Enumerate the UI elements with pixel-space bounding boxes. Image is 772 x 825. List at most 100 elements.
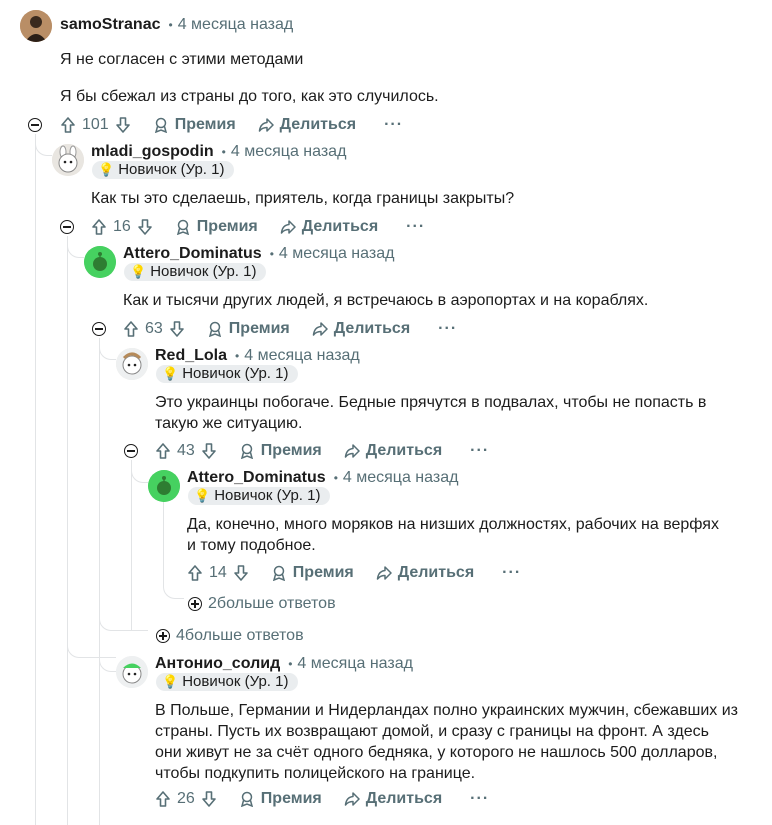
share-icon — [312, 322, 328, 336]
timestamp[interactable]: 4 месяца назад — [297, 655, 413, 673]
upvote-icon[interactable] — [91, 218, 107, 236]
username[interactable]: mladi_gospodin — [91, 143, 214, 161]
lightbulb-icon: 💡 — [98, 162, 115, 177]
more-options-button[interactable]: ··· — [384, 116, 403, 134]
avatar[interactable] — [116, 348, 148, 380]
timestamp[interactable]: 4 месяца назад — [178, 16, 294, 34]
downvote-icon[interactable] — [115, 116, 131, 134]
username[interactable]: Attero_Dominatus — [187, 469, 326, 487]
upvote-icon[interactable] — [187, 564, 203, 582]
award-button[interactable]: Премия — [207, 320, 290, 338]
username[interactable]: samoStranac — [60, 16, 161, 34]
award-icon — [240, 443, 253, 459]
upvote-icon[interactable] — [60, 116, 76, 134]
thread-line[interactable] — [35, 134, 36, 825]
upvote-icon[interactable] — [155, 790, 171, 808]
lightbulb-icon: 💡 — [162, 366, 179, 381]
award-label: Премия — [260, 790, 322, 807]
comment-header: mladi_gospodin • 4 месяца назад — [91, 143, 346, 161]
share-button[interactable]: Делиться — [344, 790, 442, 808]
share-icon — [344, 444, 360, 458]
action-bar: 16 Премия Делиться ··· — [91, 215, 425, 239]
more-replies-label: 2больше ответов — [208, 595, 336, 612]
collapse-toggle[interactable] — [60, 220, 74, 234]
flair-label: Новичок (Ур. 1) — [150, 263, 257, 280]
avatar[interactable] — [84, 246, 116, 278]
action-bar: 43 Премия Делиться ··· — [155, 439, 489, 463]
downvote-icon[interactable] — [169, 320, 185, 338]
award-label: Премия — [228, 320, 290, 337]
share-button[interactable]: Делиться — [312, 320, 410, 338]
share-button[interactable]: Делиться — [376, 564, 474, 582]
collapse-toggle[interactable] — [124, 444, 138, 458]
comment-header: Red_Lola • 4 месяца назад — [155, 347, 360, 365]
user-flair: 💡 Новичок (Ур. 1) — [156, 673, 299, 691]
more-options-button[interactable]: ··· — [470, 442, 489, 460]
share-label: Делиться — [365, 442, 443, 459]
more-replies-button[interactable]: 2больше ответов — [188, 595, 336, 613]
separator: • — [288, 657, 293, 671]
vote-count: 16 — [113, 218, 131, 235]
thread-line[interactable] — [131, 460, 132, 630]
share-button[interactable]: Делиться — [258, 116, 356, 134]
share-button[interactable]: Делиться — [344, 442, 442, 460]
collapse-toggle[interactable] — [28, 118, 42, 132]
upvote-icon[interactable] — [155, 442, 171, 460]
share-label: Делиться — [397, 564, 475, 581]
award-label: Премия — [260, 442, 322, 459]
lightbulb-icon: 💡 — [130, 264, 147, 279]
avatar[interactable] — [20, 10, 52, 42]
collapse-toggle[interactable] — [92, 322, 106, 336]
comment-header: Антонио_солид • 4 месяца назад — [155, 655, 413, 673]
award-button[interactable]: Премия — [271, 564, 354, 582]
more-options-button[interactable]: ··· — [406, 218, 425, 236]
action-bar: 26 Премия Делиться ··· — [155, 787, 489, 811]
username[interactable]: Attero_Dominatus — [123, 245, 262, 263]
downvote-icon[interactable] — [201, 442, 217, 460]
downvote-icon[interactable] — [201, 790, 217, 808]
timestamp[interactable]: 4 месяца назад — [244, 347, 360, 365]
action-bar: 101 Премия Делиться ··· — [60, 113, 403, 137]
share-button[interactable]: Делиться — [280, 218, 378, 236]
timestamp[interactable]: 4 месяца назад — [279, 245, 395, 263]
more-options-button[interactable]: ··· — [470, 790, 489, 808]
more-options-button[interactable]: ··· — [438, 320, 457, 338]
username[interactable]: Red_Lola — [155, 347, 227, 365]
award-button[interactable]: Премия — [175, 218, 258, 236]
vote-count: 63 — [145, 320, 163, 337]
avatar[interactable] — [116, 656, 148, 688]
upvote-icon[interactable] — [123, 320, 139, 338]
timestamp[interactable]: 4 месяца назад — [231, 143, 347, 161]
avatar[interactable] — [52, 144, 84, 176]
comment-text: Я не согласен с этими методами — [60, 51, 304, 68]
award-button[interactable]: Премия — [153, 116, 236, 134]
comment-text: Я бы сбежал из страны до того, как это с… — [60, 88, 439, 105]
username[interactable]: Антонио_солид — [155, 655, 280, 673]
downvote-icon[interactable] — [137, 218, 153, 236]
award-button[interactable]: Премия — [239, 442, 322, 460]
flair-label: Новичок (Ур. 1) — [214, 487, 321, 504]
comment-header: samoStranac • 4 месяца назад — [60, 16, 293, 34]
share-label: Делиться — [279, 116, 357, 133]
separator: • — [333, 471, 338, 485]
user-flair: 💡 Новичок (Ур. 1) — [124, 263, 267, 281]
flair-label: Новичок (Ур. 1) — [182, 365, 289, 382]
flair-label: Новичок (Ур. 1) — [118, 161, 225, 178]
downvote-icon[interactable] — [233, 564, 249, 582]
more-replies-button[interactable]: 4больше ответов — [156, 627, 304, 645]
award-label: Премия — [196, 218, 258, 235]
vote-count: 14 — [209, 564, 227, 581]
flair-label: Новичок (Ур. 1) — [182, 673, 289, 690]
avatar[interactable] — [148, 470, 180, 502]
award-button[interactable]: Премия — [239, 790, 322, 808]
comment-text: В Польше, Германии и Нидерландах полно у… — [155, 702, 738, 782]
timestamp[interactable]: 4 месяца назад — [343, 469, 459, 487]
action-bar: 14 Премия Делиться ··· — [187, 561, 521, 585]
award-icon — [240, 791, 253, 807]
comment-header: Attero_Dominatus • 4 месяца назад — [187, 469, 458, 487]
vote-count: 43 — [177, 442, 195, 459]
comment-text: Как и тысячи других людей, я встречаюсь … — [123, 292, 649, 309]
share-label: Делиться — [365, 790, 443, 807]
vote-count: 101 — [82, 116, 109, 133]
more-options-button[interactable]: ··· — [502, 564, 521, 582]
